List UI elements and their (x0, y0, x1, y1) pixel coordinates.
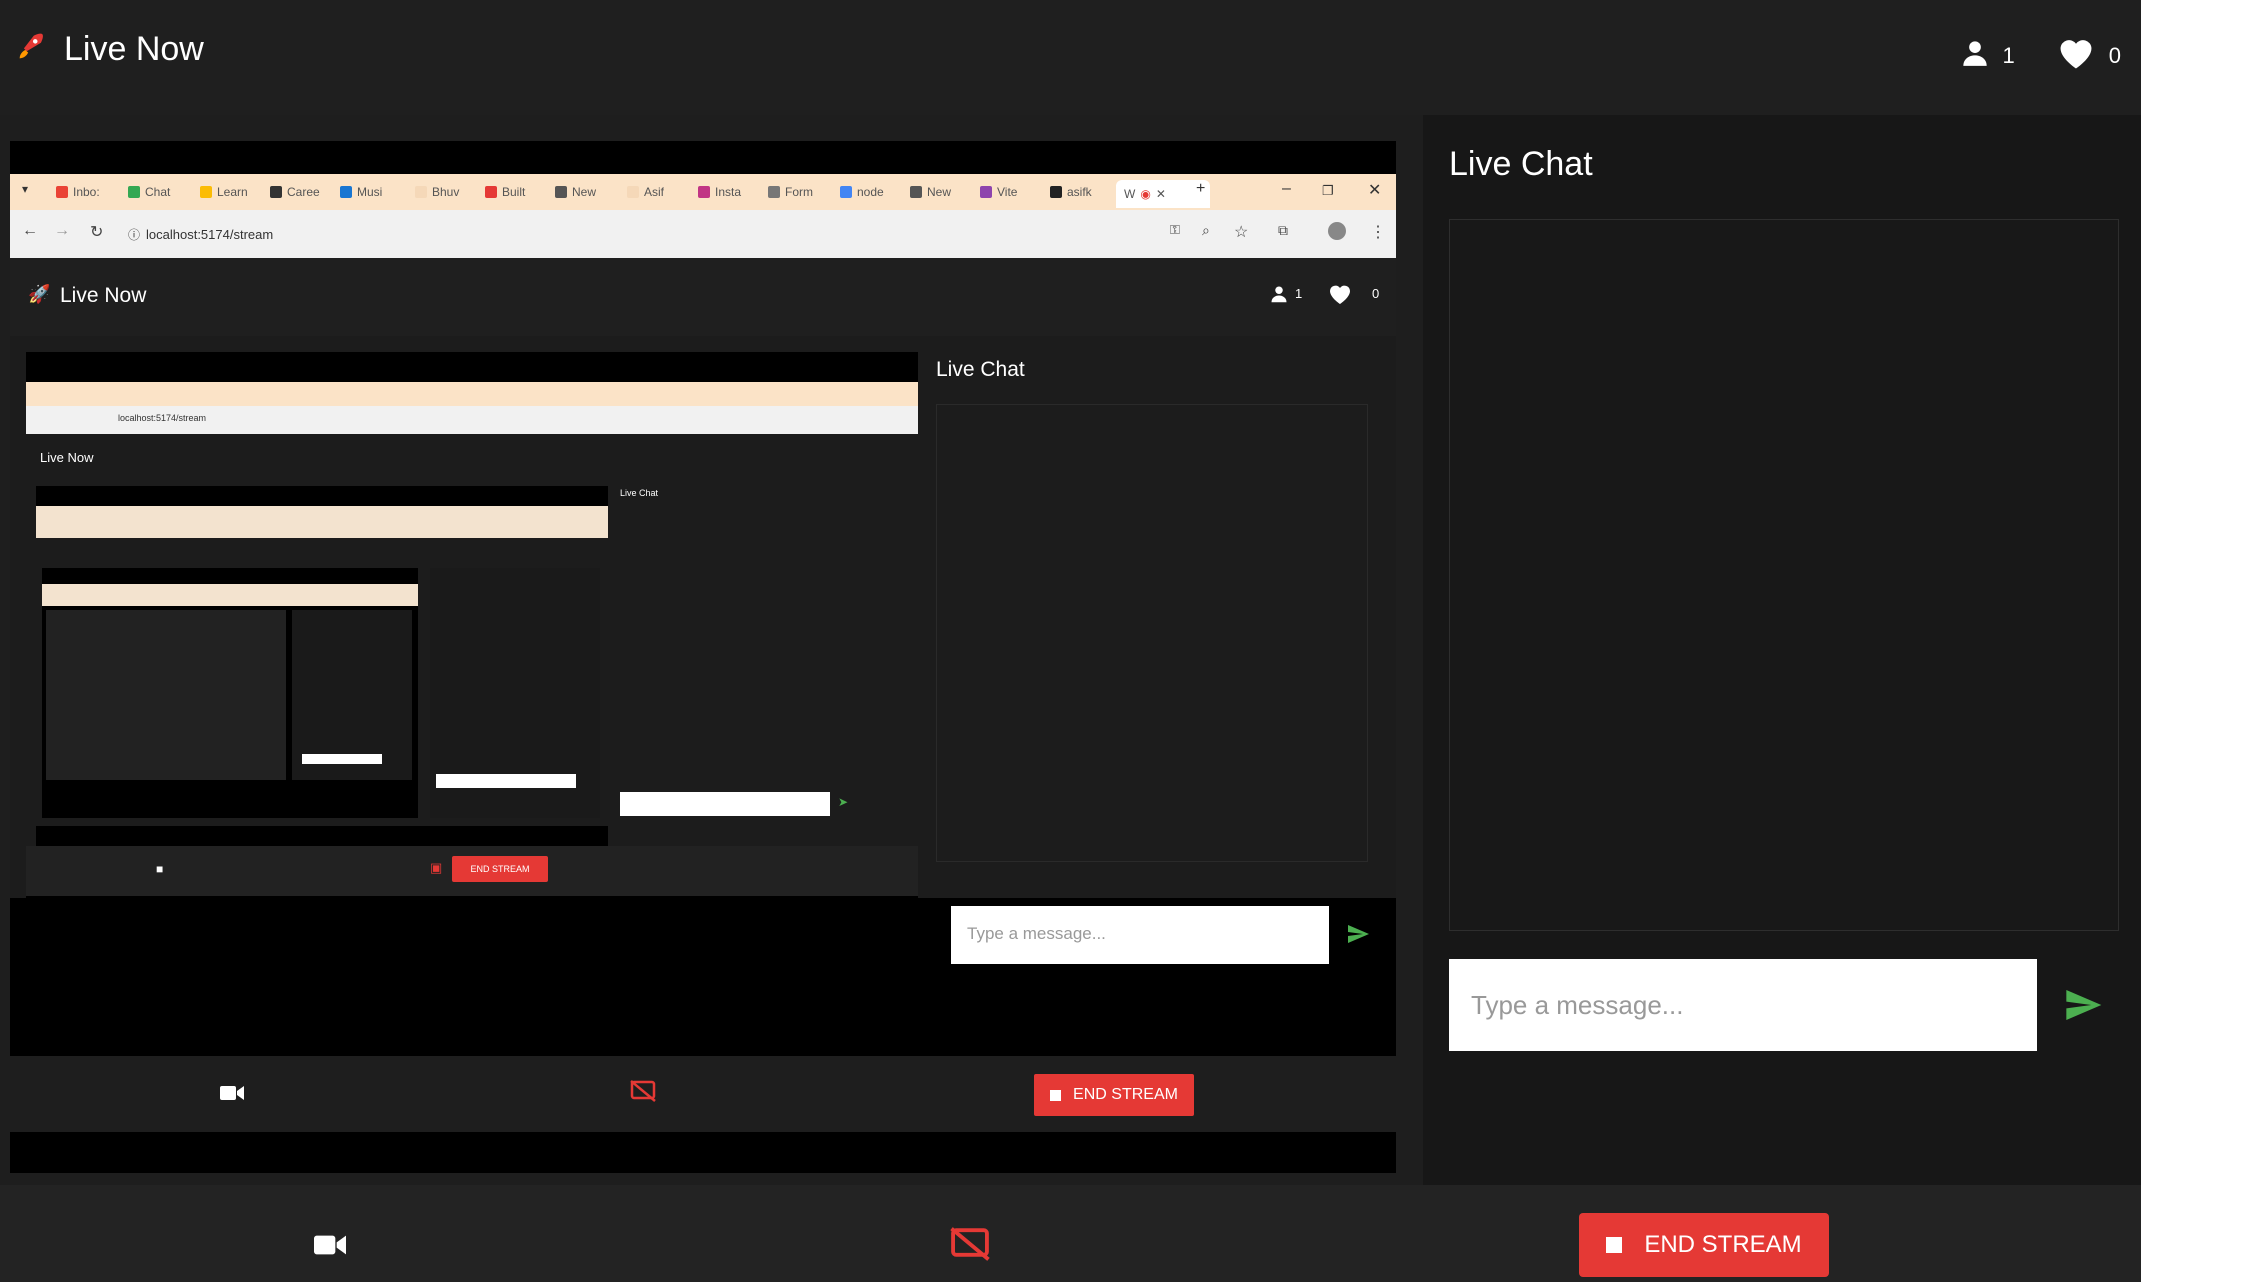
viewer-count: 1 (1961, 38, 2015, 74)
chat-message-input[interactable] (1449, 959, 2037, 1051)
nested-chat-title-2: Live Chat (620, 488, 659, 498)
chat-title: Live Chat (1449, 145, 1593, 183)
stream-tab: Learn (200, 182, 258, 202)
nested-video: localhost:5174/stream Live Now Live Chat… (26, 352, 918, 1004)
video-camera-icon (220, 1084, 244, 1107)
top-bar: Live Now 1 0 (0, 0, 2141, 115)
restore-icon: ❐ (1322, 183, 1334, 198)
stream-browser-tabbar: ▾ Inbo: Chat Learn Caree Musi Bhuv Built… (10, 174, 1396, 210)
nested-tabbar (26, 382, 918, 406)
nested-chat-box (936, 404, 1368, 862)
stream-tab: Form (768, 182, 826, 202)
key-icon: ⚿ (1170, 222, 1180, 237)
nested-chat-2: Live Chat ➤ (616, 486, 906, 846)
nested-browser-3 (36, 506, 608, 538)
stream-tab: Insta (698, 182, 756, 202)
stream-tab: asifk (1050, 182, 1108, 202)
nested-viewer-count: 1 (1295, 286, 1303, 301)
stream-tab: Chat (128, 182, 186, 202)
new-tab-icon: + (1196, 180, 1206, 197)
heart-icon (1328, 283, 1352, 310)
person-icon (1270, 285, 1288, 308)
extensions-icon: ⧉ (1278, 222, 1288, 238)
nested-addressbar: localhost:5174/stream (26, 406, 918, 434)
stream-tab: New (555, 182, 613, 202)
nested-app-3 (36, 538, 608, 826)
reload-icon: ↻ (90, 224, 104, 241)
chat-panel: Live Chat (1423, 115, 2141, 1185)
nested-title-2: Live Now (40, 450, 94, 465)
nested-video-2 (36, 486, 608, 906)
nested-end-button-2: END STREAM (452, 856, 548, 882)
screen-share-off-icon: ▣ (430, 860, 443, 875)
person-icon (1961, 38, 1989, 74)
nested-video-3 (42, 568, 418, 818)
end-stream-button[interactable]: END STREAM (1579, 1213, 1829, 1277)
nested-url: localhost:5174/stream (118, 413, 207, 423)
nested-app-title: Live Now (60, 284, 147, 307)
rocket-icon: 🚀 (28, 284, 51, 304)
stream-tab: Bhuv (415, 182, 473, 202)
stream-tab: Vite (980, 182, 1038, 202)
url-display: ⓘ localhost:5174/stream (128, 226, 274, 242)
like-count[interactable]: 0 (2057, 36, 2121, 76)
nested-controls-2: ■ ▣ END STREAM (26, 846, 918, 896)
video-area: ▾ Inbo: Chat Learn Caree Musi Bhuv Built… (0, 115, 1423, 1185)
send-icon[interactable] (2063, 985, 2103, 1025)
back-icon: ← (22, 222, 38, 239)
chat-messages[interactable] (1449, 219, 2119, 931)
stream-tab: Caree (270, 182, 328, 202)
stream-stats: 1 0 (1919, 36, 2121, 76)
brand: Live Now (14, 30, 204, 69)
nested-stream-app: 🚀 Live Now 1 0 localhost:5174/stream Liv… (10, 258, 1396, 1004)
nested-chat-title: Live Chat (936, 358, 1025, 381)
star-icon: ☆ (1234, 224, 1249, 241)
stream-tab: Inbo: (56, 182, 114, 202)
viewer-count-value: 1 (2002, 43, 2015, 68)
live-stream-app: Live Now 1 0 ▾ Inbo: Chat Learn Caree Mu… (0, 0, 2141, 1282)
nested-chat-input: Type a message... (951, 906, 1329, 964)
send-icon (1346, 922, 1370, 951)
profile-avatar (1328, 222, 1346, 240)
app-title: Live Now (64, 30, 204, 68)
nested-chat-3 (430, 568, 600, 818)
rocket-icon (14, 30, 48, 69)
stream-tab: New (910, 182, 968, 202)
nested-top-bar: 🚀 Live Now 1 0 (10, 258, 1396, 336)
heart-icon[interactable] (2057, 36, 2095, 76)
video-camera-icon[interactable] (314, 1233, 346, 1262)
tab-search-icon: ▾ (22, 182, 29, 196)
nested-like-count: 0 (1372, 286, 1380, 301)
zoom-icon: ⌕ (1202, 222, 1210, 238)
kebab-menu-icon: ⋮ (1370, 224, 1386, 241)
stream-tab: Built (485, 182, 543, 202)
nested-chat-input-2 (620, 792, 830, 816)
like-count-value: 0 (2108, 43, 2121, 68)
nested-chat: Live Chat (918, 336, 1396, 898)
screen-share-off-icon (630, 1080, 656, 1107)
nested-end-button: END STREAM (1034, 1074, 1194, 1116)
nested-app-2: Live Now Live Chat ➤ (26, 434, 918, 906)
video-camera-icon: ■ (156, 862, 164, 876)
send-icon: ➤ (838, 795, 849, 809)
stream-tab: Musi (340, 182, 398, 202)
stop-icon (1606, 1237, 1623, 1253)
nested-controls: END STREAM (10, 1056, 1396, 1132)
screen-share-off-icon[interactable] (950, 1227, 990, 1266)
info-icon: ⓘ (128, 227, 141, 242)
minimize-icon: – (1282, 180, 1291, 197)
stream-video: ▾ Inbo: Chat Learn Caree Musi Bhuv Built… (10, 141, 1396, 1173)
end-stream-label: END STREAM (1644, 1231, 1802, 1258)
stream-tab: node (840, 182, 898, 202)
stream-tab: Asif (627, 182, 685, 202)
close-icon: ✕ (1368, 182, 1382, 199)
stream-browser-addressbar: ← → ↻ ⓘ localhost:5174/stream ⚿ ⌕ ☆ ⧉ ⋮ (10, 210, 1396, 258)
forward-icon: → (54, 222, 70, 239)
stream-controls: END STREAM (0, 1185, 2141, 1282)
